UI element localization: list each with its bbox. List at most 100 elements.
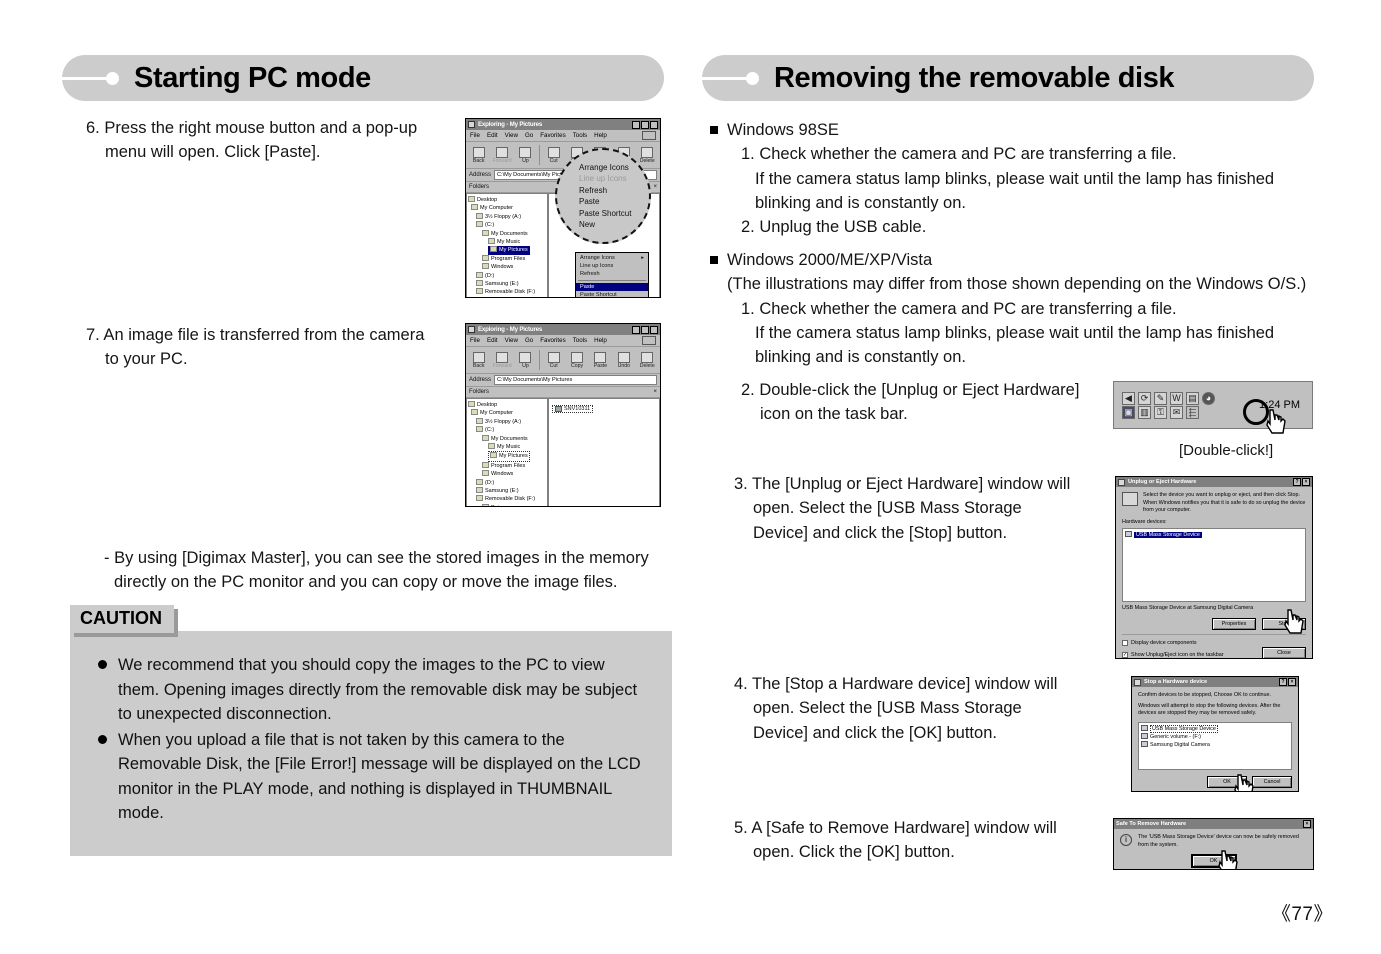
properties-button[interactable]: Properties (1212, 617, 1256, 630)
explorer-screenshot-transferred-file: Exploring - My Pictures File Edit View G… (465, 323, 661, 507)
network-icon: ⚿ (1154, 405, 1167, 419)
device-list-row[interactable]: USB Mass Storage Device (1125, 530, 1303, 539)
drive-icon (476, 487, 483, 494)
file-item[interactable]: SNV10311 (552, 405, 594, 413)
clipboard-icon (594, 351, 607, 363)
explorer1-listpane: Arrange Icons ▸ Line up Icons Refresh Pas… (548, 148, 660, 297)
digimax-note-line1: - By using [Digimax Master], you can see… (104, 549, 649, 567)
folder-icon (468, 326, 475, 333)
keyboard-icon: ▥ (1138, 405, 1151, 419)
unplug-eject-icon[interactable]: ⬱ (1186, 405, 1199, 419)
dialog-title: Unplug or Eject Hardware (1128, 479, 1197, 485)
digimax-note: - By using [Digimax Master], you can see… (104, 546, 694, 595)
magnified-line-up-icons: Line up Icons (579, 174, 627, 183)
ctx-paste[interactable]: Paste (576, 283, 648, 291)
help-icon[interactable]: ? (1279, 678, 1287, 686)
windows98se-block: Windows 98SE 1. Check whether the camera… (710, 118, 1330, 239)
explorer2-listpane: SNV10311 (548, 398, 660, 506)
step-6-line1: 6. Press the right mouse button and a po… (86, 119, 418, 137)
tree-node: (D:) (468, 271, 546, 280)
ctx-arrange-icons[interactable]: Arrange Icons ▸ (576, 254, 648, 262)
step-6: 6. Press the right mouse button and a po… (86, 116, 466, 165)
ctx-refresh[interactable]: Refresh (576, 270, 648, 278)
undo-icon (617, 351, 630, 363)
folders-close-icon: × (653, 184, 657, 190)
ctx-paste-shortcut[interactable]: Paste Shortcut (576, 291, 648, 297)
show-icon-checkbox[interactable]: ✓ Show Unplug/Eject icon on the taskbar (1122, 651, 1224, 659)
toolbar-separator (539, 350, 540, 370)
help-icon[interactable]: ? (1293, 478, 1301, 486)
windows98se-heading: Windows 98SE (727, 121, 839, 139)
explorer2-toolbar: Back Forward Up Cut Copy Paste Undo Dele… (466, 347, 660, 374)
folders-label: Folders (469, 184, 490, 190)
step4-line1: 4. The [Stop a Hardware device] window w… (734, 675, 1058, 693)
close-icon[interactable]: × (1302, 478, 1310, 486)
step3-line2: open. Select the [USB Mass Storage (753, 499, 1022, 518)
back-arrow-icon (472, 146, 485, 158)
menu-edit: Edit (486, 132, 498, 139)
close-button[interactable]: Close (1262, 646, 1306, 658)
drive-icon (476, 271, 483, 278)
cancel-button[interactable]: Cancel (1252, 775, 1292, 788)
windows2000-note: (The illustrations may differ from those… (727, 275, 1307, 294)
hand-cursor-icon (1284, 609, 1304, 634)
magnifier-callout: Arrange Icons Line up Icons Refresh Past… (555, 148, 651, 244)
windows2000-step4: 4. The [Stop a Hardware device] window w… (734, 672, 1104, 745)
unplug-eject-icon (1118, 478, 1125, 486)
folder-icon (488, 443, 495, 450)
close-icon[interactable]: × (1303, 820, 1311, 828)
tree-node: Removable Disk (F:) (468, 288, 546, 296)
display-device-components-checkbox[interactable]: Display device components (1122, 639, 1306, 647)
divider (1122, 633, 1306, 635)
menu-favorites: Favorites (540, 132, 566, 139)
dialog-desc: Select the device you want to unplug or … (1143, 492, 1306, 513)
drive-icon (476, 478, 483, 485)
folder-icon (482, 229, 489, 236)
menu-help: Help (594, 132, 607, 139)
dialog-title: Safe To Remove Hardware (1116, 821, 1187, 827)
double-click-caption: [Double-click!] (1179, 442, 1274, 459)
header-dot-icon (746, 72, 759, 85)
stop-devices-list[interactable]: USB Mass Storage Device Generic volume -… (1138, 721, 1292, 770)
minimize-icon (632, 120, 640, 129)
dialog-buttons: ? × (1293, 478, 1310, 486)
windows2000-step3: 3. The [Unplug or Eject Hardware] window… (734, 472, 1104, 545)
windows2000-step1: 1. Check whether the camera and PC are t… (741, 299, 1177, 318)
checkbox-icon (1122, 639, 1128, 646)
menu-tools: Tools (572, 337, 588, 344)
tree-node: (C:) (468, 221, 546, 229)
windows2000-step1-line2: If the camera status lamp blinks, please… (755, 323, 1275, 342)
dialog-title: Stop a Hardware device (1144, 679, 1208, 685)
device-list-row[interactable]: USB Mass Storage Device (1141, 724, 1289, 733)
forward-arrow-icon (496, 146, 509, 158)
dialog-body: i The 'USB Mass Storage Device' device c… (1114, 829, 1313, 869)
dialog-titlebar: Unplug or Eject Hardware ? × (1116, 477, 1312, 487)
pen-icon: ✎ (1154, 391, 1167, 405)
up-arrow-icon (519, 351, 532, 363)
device-list-row[interactable]: Samsung Digital Camera (1141, 740, 1289, 749)
floppy-icon (476, 212, 483, 219)
dialog-body: Confirm devices to be stopped, Choose OK… (1132, 687, 1298, 791)
explorer2-menubar: File Edit View Go Favorites Tools Help (466, 335, 660, 347)
magnified-new: New (579, 220, 596, 229)
hand-cursor-icon (1266, 409, 1286, 434)
device-list-row[interactable]: Generic volume - (F:) (1141, 732, 1289, 741)
toolbar-forward: Forward (491, 351, 512, 369)
ctx-line-up-icons[interactable]: Line up Icons (576, 262, 648, 270)
explorer2-titlebar: Exploring - My Pictures (466, 324, 660, 335)
removable-disk-icon (476, 495, 483, 502)
windows98se-step1-line3: blinking and is constantly on. (755, 193, 966, 212)
close-icon[interactable]: × (1288, 678, 1296, 686)
tree-node: My Documents (468, 434, 546, 443)
drive-icon (476, 426, 483, 433)
hardware-devices-list[interactable]: USB Mass Storage Device (1122, 527, 1306, 602)
explorer2-title: Exploring - My Pictures (478, 326, 543, 333)
context-menu: Arrange Icons ▸ Line up Icons Refresh Pas… (575, 252, 649, 297)
folder-icon (482, 296, 489, 297)
left-column: Starting PC mode 6. Press the right mous… (62, 0, 702, 954)
explorer1-titlebar: Exploring - My Pictures (466, 119, 660, 130)
mail-icon: ✉ (1170, 405, 1183, 419)
window-buttons (632, 120, 658, 129)
maximize-icon (641, 120, 649, 129)
menubar-logo (642, 131, 656, 140)
